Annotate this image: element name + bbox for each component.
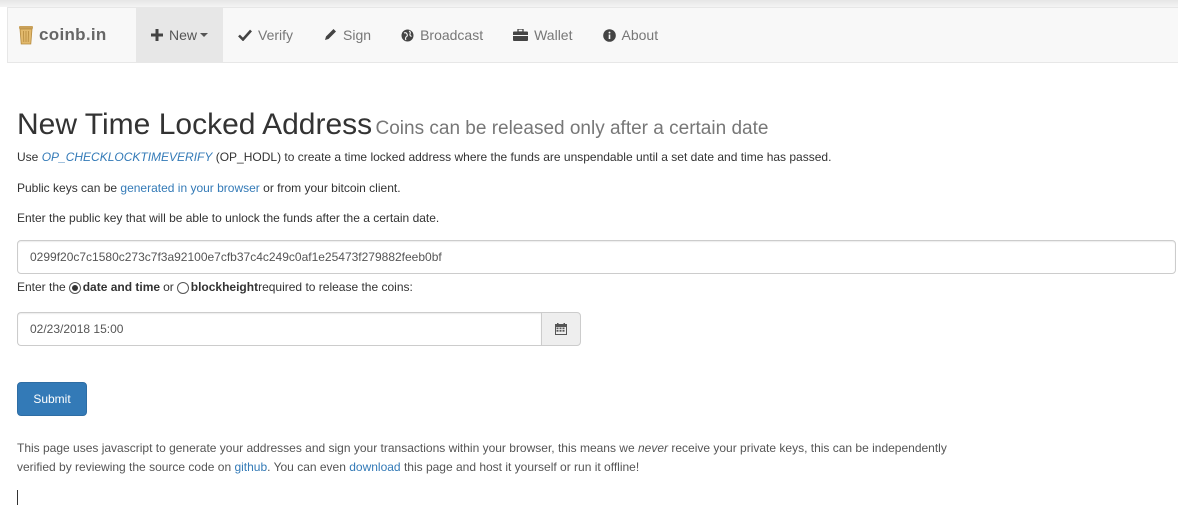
submit-button[interactable]: Submit (17, 382, 87, 416)
date-time-radio[interactable] (68, 281, 81, 294)
footer-text-2a: verified by reviewing the source code on (17, 460, 235, 474)
pubkeys-prefix: Public keys can be (17, 181, 121, 195)
date-time-value: 02/23/2018 15:00 (30, 322, 124, 336)
footer-text-2c: this page and host it yourself or run it… (400, 460, 640, 474)
pubkeys-suffix: or from your bitcoin client. (259, 181, 401, 195)
date-time-input[interactable]: 02/23/2018 15:00 (17, 312, 541, 346)
date-time-radio-label: date and time (82, 280, 161, 294)
brand-logo[interactable]: coinb.in (8, 8, 107, 62)
info-circle-icon (602, 28, 616, 42)
intro-prefix: Use (17, 150, 42, 164)
browser-top-edge (0, 0, 1178, 7)
github-link[interactable]: github (234, 460, 267, 474)
nav-verify[interactable]: Verify (223, 8, 308, 62)
nav-sign-label: Sign (343, 27, 372, 43)
footer-paragraph: This page uses javascript to generate yo… (17, 439, 1177, 477)
trash-can-icon (19, 26, 33, 45)
nav-sign[interactable]: Sign (308, 8, 386, 62)
release-type-selector: Enter the date and time or blockheight r… (17, 279, 413, 296)
checkmark-icon (238, 29, 252, 41)
intro-suffix: (OP_HODL) to create a time locked addres… (212, 150, 832, 164)
release-or: or (163, 280, 174, 294)
pubkeys-paragraph: Public keys can be generated in your bro… (17, 180, 401, 197)
footer-line-2: verified by reviewing the source code on… (17, 458, 1177, 477)
release-prefix: Enter the (17, 280, 66, 294)
nav-new-dropdown[interactable]: New (136, 8, 224, 62)
footer-text-2b: . You can even (267, 460, 350, 474)
nav-wallet[interactable]: Wallet (498, 8, 587, 62)
globe-icon (401, 29, 414, 41)
plus-icon (151, 29, 163, 41)
nav-menu: New Verify Sign Broadcast Wallet About (136, 8, 673, 62)
nav-wallet-label: Wallet (534, 27, 573, 43)
date-time-group: 02/23/2018 15:00 (17, 312, 581, 346)
download-link[interactable]: download (349, 460, 400, 474)
footer-never: never (637, 441, 669, 455)
briefcase-icon (513, 29, 529, 41)
public-key-input[interactable]: 0299f20c7c1580c273c7f3a92100e7cfb37c4c24… (17, 240, 1176, 274)
release-suffix: required to release the coins: (258, 280, 413, 294)
opcode-link[interactable]: OP_CHECKLOCKTIMEVERIFY (42, 150, 213, 164)
footer-text-1a: This page uses javascript to generate yo… (17, 441, 638, 455)
nav-broadcast[interactable]: Broadcast (386, 8, 498, 62)
text-cursor (17, 490, 18, 505)
nav-new-label: New (169, 27, 198, 43)
nav-broadcast-label: Broadcast (420, 27, 484, 43)
blockheight-radio-label: blockheight (190, 280, 259, 294)
footer-line-1: This page uses javascript to generate yo… (17, 439, 1177, 458)
footer-text-1b: receive your private keys, this can be i… (668, 441, 947, 455)
calendar-icon (555, 323, 567, 335)
pencil-icon (325, 29, 337, 40)
calendar-button[interactable] (541, 312, 581, 346)
public-key-value: 0299f20c7c1580c273c7f3a92100e7cfb37c4c24… (30, 250, 442, 264)
nav-verify-label: Verify (258, 27, 294, 43)
enter-pubkey-label: Enter the public key that will be able t… (17, 211, 440, 225)
page-title-text: New Time Locked Address (17, 108, 373, 141)
page-subtitle: Coins can be released only after a certa… (375, 118, 769, 139)
chevron-down-icon (200, 33, 209, 37)
generate-keys-link[interactable]: generated in your browser (120, 181, 259, 195)
blockheight-radio[interactable] (176, 281, 189, 294)
brand-name: coinb.in (39, 25, 107, 44)
intro-paragraph: Use OP_CHECKLOCKTIMEVERIFY (OP_HODL) to … (17, 149, 831, 166)
page-title: New Time Locked Address Coins can be rel… (17, 108, 768, 147)
nav-about[interactable]: About (588, 8, 674, 62)
nav-about-label: About (621, 27, 659, 43)
navbar: coinb.in New Verify Sign Broadcast Walle… (7, 7, 1178, 63)
